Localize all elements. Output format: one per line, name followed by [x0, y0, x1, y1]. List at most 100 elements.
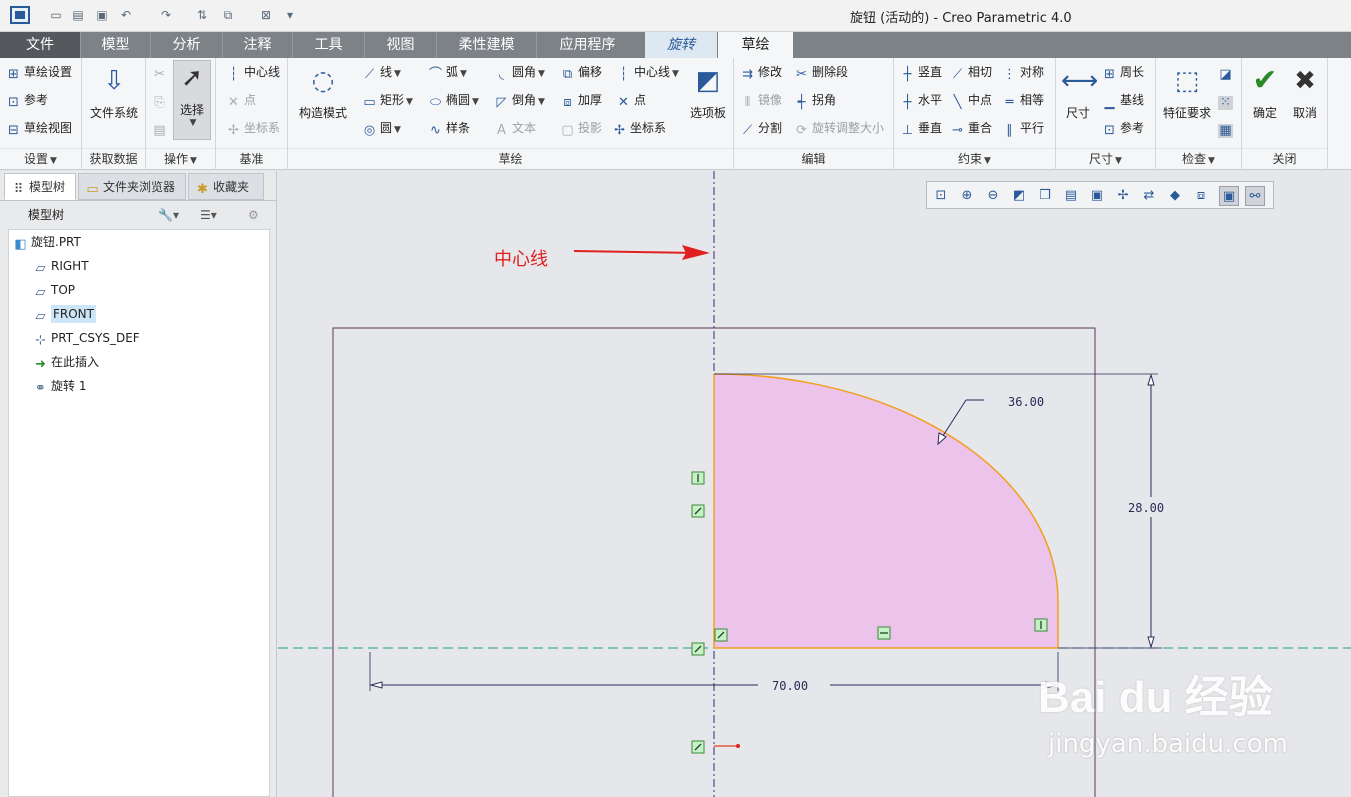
refit-icon[interactable]: ⊡ [931, 186, 951, 206]
reference-dim-button[interactable]: ⊡ 参考 [1102, 117, 1144, 139]
shade-closed-loops-icon[interactable]: ▦ [1218, 117, 1236, 139]
group-label-constrain[interactable]: 约束 ▼ [894, 148, 1055, 168]
windows-icon[interactable]: ⧉ [220, 7, 236, 23]
feature-requirements-button[interactable]: ⬚ 特征要求 [1158, 64, 1216, 121]
tree-item-insert-here[interactable]: ➜ 在此插入 [33, 351, 99, 373]
tab-tools[interactable]: 工具 [292, 32, 364, 58]
annotation-display-icon[interactable]: ⇄ [1139, 186, 1159, 206]
sketch-csys-button[interactable]: ✢ 坐标系 [612, 117, 666, 139]
dimension-radius[interactable]: 36.00 [1008, 395, 1044, 409]
dimension-height[interactable]: 28.00 [1128, 501, 1164, 515]
palette-button[interactable]: ◩ 选项板 [684, 64, 732, 121]
spline-button[interactable]: ∿ 样条 [428, 117, 470, 139]
ok-button[interactable]: ✔ 确定 [1246, 64, 1284, 121]
display-style-icon[interactable]: ❒ [1035, 186, 1055, 206]
spin-center-icon[interactable]: ◆ [1165, 186, 1185, 206]
delete-segment-button[interactable]: ✂ 删除段 [794, 61, 848, 83]
chamfer-button[interactable]: ◸ 倒角 ▼ [494, 89, 545, 111]
coincident-constraint-button[interactable]: ⊸ 重合 [950, 117, 992, 139]
ellipse-button[interactable]: ⬭ 椭圆 ▼ [428, 89, 479, 111]
tab-sketch[interactable]: 草绘 [718, 32, 793, 58]
overlapping-geometry-icon[interactable]: ◪ [1218, 61, 1236, 83]
undo-icon[interactable]: ↶ [118, 7, 134, 23]
tree-item-right[interactable]: ▱ RIGHT [33, 255, 89, 277]
datum-centerline-button[interactable]: ┆ 中心线 [226, 61, 280, 83]
show-icon[interactable]: ☰▾ [200, 201, 217, 229]
midpoint-constraint-button[interactable]: ╲ 中点 [950, 89, 992, 111]
filter-icon[interactable]: ⚙ [248, 201, 259, 229]
perimeter-button[interactable]: ⊞ 周长 [1102, 61, 1144, 83]
highlight-open-ends-icon[interactable]: ⁙ [1218, 89, 1236, 111]
tree-item-csys[interactable]: ⊹ PRT_CSYS_DEF [33, 327, 140, 349]
references-button[interactable]: ⊡ 参考 [6, 89, 48, 111]
modify-button[interactable]: ⇉ 修改 [740, 61, 782, 83]
group-label-operations[interactable]: 操作 ▼ [146, 148, 215, 168]
sketch-setup-button[interactable]: ⊞ 草绘设置 [6, 61, 72, 83]
group-label-setup[interactable]: 设置 ▼ [0, 148, 81, 168]
dimension-width[interactable]: 70.00 [772, 679, 808, 693]
repaint-icon[interactable]: ◩ [1009, 186, 1029, 206]
vertical-constraint-button[interactable]: ┼ 竖直 [900, 61, 942, 83]
line-button[interactable]: ⟋ 线 ▼ [362, 61, 401, 83]
tab-folder-browser[interactable]: ▭ 文件夹浏览器 [78, 173, 186, 200]
tab-annotate[interactable]: 注释 [222, 32, 292, 58]
select-button[interactable]: ➚ 选择 ▼ [173, 60, 211, 140]
tree-item-front[interactable]: ▱ FRONT [33, 303, 96, 325]
tab-analysis[interactable]: 分析 [150, 32, 222, 58]
tangent-constraint-button[interactable]: ⟋ 相切 [950, 61, 992, 83]
new-icon[interactable]: ▭ [48, 7, 64, 23]
cancel-button[interactable]: ✖ 取消 [1286, 64, 1324, 121]
constraints-display-icon[interactable]: ⚯ [1245, 186, 1265, 206]
tree-item-part[interactable]: ◧ 旋钮.PRT [13, 231, 81, 253]
horizontal-constraint-button[interactable]: ┼ 水平 [900, 89, 942, 111]
divide-button[interactable]: ⟋ 分割 [740, 117, 782, 139]
tab-revolve[interactable]: 旋转 [645, 32, 717, 58]
arc-button[interactable]: ⌒ 弧 ▼ [428, 61, 467, 83]
graphics-area[interactable]: 28.00 70.00 36.00 中心线 ⊡ ⊕ ⊖ ◩ ❒ ▤ ▣ ✢ ⇄ … [278, 171, 1351, 797]
file-system-button[interactable]: ⇩ 文件系统 [86, 64, 142, 121]
view-manager-icon[interactable]: ▣ [1087, 186, 1107, 206]
parallel-constraint-button[interactable]: ∥ 平行 [1002, 117, 1044, 139]
datum-display-icon[interactable]: ✢ [1113, 186, 1133, 206]
tab-view[interactable]: 视图 [364, 32, 436, 58]
sketch-view-button[interactable]: ⊟ 草绘视图 [6, 117, 72, 139]
sketch-view-icon[interactable]: ⧈ [1191, 186, 1211, 206]
save-icon[interactable]: ▣ [94, 7, 110, 23]
fillet-button[interactable]: ◟ 圆角 ▼ [494, 61, 545, 83]
rectangle-button[interactable]: ▭ 矩形 ▼ [362, 89, 413, 111]
open-icon[interactable]: ▤ [70, 7, 86, 23]
regenerate-icon[interactable]: ⇅ [194, 7, 210, 23]
perpendicular-constraint-button[interactable]: ⊥ 垂直 [900, 117, 942, 139]
watermark-logo: Bai du 经验 [1038, 673, 1273, 722]
dimension-button[interactable]: ⟷ 尺寸 [1058, 64, 1098, 121]
customize-icon[interactable]: ▾ [282, 7, 298, 23]
zoom-in-icon[interactable]: ⊕ [957, 186, 977, 206]
tab-applications[interactable]: 应用程序 [536, 32, 638, 58]
settings-icon[interactable]: 🔧▾ [158, 201, 179, 229]
offset-button[interactable]: ⧉ 偏移 [560, 61, 602, 83]
tree-item-revolve[interactable]: ⚭ 旋转 1 [33, 375, 86, 397]
tab-favorites[interactable]: ✱ 收藏夹 [188, 173, 264, 200]
app-icon[interactable] [10, 6, 30, 24]
tab-model-tree[interactable]: ⠿ 模型树 [4, 173, 76, 200]
point-button[interactable]: ✕ 点 [616, 89, 646, 111]
corner-button[interactable]: ┽ 拐角 [794, 89, 836, 111]
thicken-button[interactable]: ⧈ 加厚 [560, 89, 602, 111]
sketch-centerline-button[interactable]: ┆ 中心线 ▼ [616, 61, 679, 83]
close-window-icon[interactable]: ⊠ [258, 7, 274, 23]
redo-icon[interactable]: ↷ [158, 7, 174, 23]
saved-orientations-icon[interactable]: ▤ [1061, 186, 1081, 206]
tab-model[interactable]: 模型 [80, 32, 150, 58]
equal-constraint-button[interactable]: ═ 相等 [1002, 89, 1044, 111]
circle-button[interactable]: ◎ 圆 ▼ [362, 117, 401, 139]
group-label-dimension[interactable]: 尺寸 ▼ [1056, 148, 1155, 168]
baseline-button[interactable]: ▁ 基线 [1102, 89, 1145, 111]
zoom-out-icon[interactable]: ⊖ [983, 186, 1003, 206]
symmetric-constraint-button[interactable]: ⋮ 对称 [1002, 61, 1044, 83]
sketcher-display-icon[interactable]: ▣ [1219, 186, 1239, 206]
tab-file[interactable]: 文件 [0, 32, 80, 58]
tree-item-top[interactable]: ▱ TOP [33, 279, 76, 301]
group-label-inspect[interactable]: 检查 ▼ [1156, 148, 1241, 168]
construction-mode-button[interactable]: ◌ 构造模式 [292, 64, 354, 121]
tab-flexible-modeling[interactable]: 柔性建模 [436, 32, 536, 58]
